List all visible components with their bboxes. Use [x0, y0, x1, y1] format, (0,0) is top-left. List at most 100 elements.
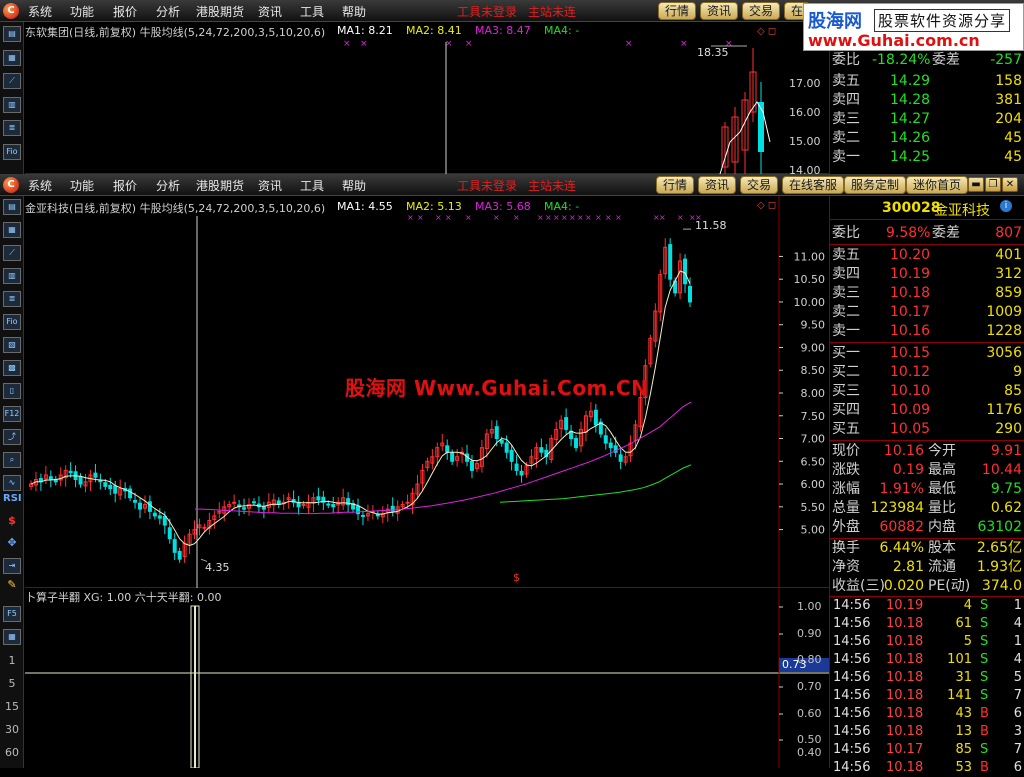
menu-news[interactable]: 资讯 [258, 177, 282, 194]
tool-pen-icon[interactable]: ✎ [3, 578, 21, 594]
back-quote-row: 卖四 14.28 381 [832, 92, 1022, 108]
signal-dollar-mark: $ [513, 571, 520, 584]
ask-row: 卖五 10.20 401 [832, 247, 1022, 263]
candle-body [147, 501, 152, 512]
y-tick-label: 10.00 [794, 296, 826, 309]
back-y-label: 16.00 [789, 106, 821, 119]
menu-analysis[interactable]: 分析 [156, 177, 180, 194]
back-tool-list-icon[interactable]: ≣ [3, 120, 21, 136]
candle-body [564, 417, 569, 430]
btn-quote[interactable]: 行情 [656, 176, 695, 194]
btn-trade[interactable]: 交易 [740, 176, 779, 194]
tool-chart-icon[interactable]: ⤴ [3, 429, 21, 445]
back-window-restore-icon[interactable]: ◇ ◻ [757, 26, 776, 37]
btn-service-custom[interactable]: 服务定制 [844, 176, 907, 194]
minimize-icon[interactable]: ▬ [968, 177, 984, 192]
tool-note-icon[interactable]: ▯ [3, 383, 21, 399]
bid-row: 买五 10.05 290 [832, 421, 1022, 437]
btn-online-service[interactable]: 在线客服 [782, 176, 845, 194]
tool-dollar-icon[interactable]: $ [3, 514, 21, 530]
menu-news[interactable]: 资讯 [258, 3, 282, 20]
tool-f5-icon[interactable]: F5 [3, 606, 21, 622]
candle-body [162, 515, 167, 526]
candle-body [360, 514, 365, 517]
tool-table2-icon[interactable]: ▦ [3, 629, 21, 645]
menu-quote[interactable]: 报价 [113, 3, 137, 20]
candle-body [78, 476, 83, 485]
tool-quote-icon[interactable]: ▤ [3, 199, 21, 215]
menu-hk-futures[interactable]: 港股期货 [196, 177, 244, 194]
fundamental-row: 换手 6.44% 股本 2.65亿 [832, 540, 1022, 556]
fundamental-row: 收益(三) 0.020 PE(动) 374.0 [832, 578, 1022, 594]
menu-help[interactable]: 帮助 [342, 177, 366, 194]
close-icon[interactable]: ✕ [1002, 177, 1018, 192]
tool-exit-icon[interactable]: ⇥ [3, 558, 21, 574]
signal-mark: × [513, 213, 520, 222]
btn-mini-home[interactable]: 迷你首页 [906, 176, 969, 194]
period-15[interactable]: 15 [3, 700, 21, 716]
tool-wave-icon[interactable]: ∿ [3, 475, 21, 491]
menu-system[interactable]: 系统 [28, 3, 52, 20]
back-tool-line-icon[interactable]: ⟋ [3, 73, 21, 89]
candle-body [242, 507, 247, 510]
back-signal-mark: × [343, 39, 351, 49]
menu-function[interactable]: 功能 [70, 3, 94, 20]
indicator-panel: 卜算子半翻 XG: 1.00 六十天半翻: 0.00 0.73 1.00 0.9… [25, 588, 829, 769]
menu-help[interactable]: 帮助 [342, 3, 366, 20]
tool-move-icon[interactable]: ✥ [3, 536, 21, 552]
back-btn-trade[interactable]: 交易 [742, 2, 781, 20]
menu-tools[interactable]: 工具 [300, 177, 324, 194]
menu-hk-futures[interactable]: 港股期货 [196, 3, 244, 20]
low-price-label: 4.35 [205, 561, 230, 574]
tool-table-icon[interactable]: ▦ [3, 222, 21, 238]
tool-grid-icon[interactable]: ▩ [3, 360, 21, 376]
candle-body [152, 512, 157, 517]
tool-line-icon[interactable]: ⟋ [3, 245, 21, 261]
menu-function[interactable]: 功能 [70, 177, 94, 194]
candle-body [618, 454, 623, 462]
menu-tools[interactable]: 工具 [300, 3, 324, 20]
tool-rsi-icon[interactable]: RSI [3, 492, 22, 508]
back-tool-f10-icon[interactable]: Fio [3, 144, 21, 160]
tick-row: 14:56 10.18 101 S 4 [833, 652, 1022, 667]
stock-header: 300028 金亚科技 i [830, 196, 1024, 220]
period-60[interactable]: 60 [3, 746, 21, 762]
candle-body [68, 470, 73, 474]
menu-system[interactable]: 系统 [28, 177, 52, 194]
candle-body [608, 442, 613, 449]
stock-code: 300028 [882, 200, 941, 216]
tool-list-icon[interactable]: ≣ [3, 291, 21, 307]
period-1[interactable]: 1 [3, 654, 21, 670]
chart-window-restore-icon[interactable]: ◇ ◻ [757, 200, 776, 211]
signal-mark: × [569, 213, 576, 222]
period-5[interactable]: 5 [3, 677, 21, 693]
menu-analysis[interactable]: 分析 [156, 3, 180, 20]
menu-quote[interactable]: 报价 [113, 177, 137, 194]
back-btn-quote[interactable]: 行情 [658, 2, 697, 20]
restore-icon[interactable]: ❐ [985, 177, 1001, 192]
back-signal-mark: × [625, 39, 633, 49]
info-icon[interactable]: i [1000, 200, 1012, 212]
back-btn-news[interactable]: 资讯 [700, 2, 739, 20]
ma4-line [499, 464, 692, 503]
candle-body [499, 439, 504, 444]
y-tick-label: 7.00 [801, 433, 826, 446]
tool-kline-icon[interactable]: ▥ [3, 268, 21, 284]
y-tick-label: 7.50 [801, 410, 826, 423]
watermark-logo: 股海网 股票软件资源分享 www.Guhai.com.cn [803, 3, 1024, 51]
tick-row: 14:56 10.18 53 B 6 [833, 760, 1022, 775]
tool-search-icon[interactable]: ⌕ [3, 452, 21, 468]
tick-row: 14:56 10.19 4 S 1 [833, 598, 1022, 613]
tool-doc-icon[interactable]: ▧ [3, 337, 21, 353]
back-signal-mark: × [680, 39, 688, 49]
back-tool-kline-icon[interactable]: ▥ [3, 97, 21, 113]
tool-f10-icon[interactable]: Fio [3, 314, 21, 330]
period-30[interactable]: 30 [3, 723, 21, 739]
stat-row: 涨跌 0.19 最高 10.44 [832, 462, 1022, 478]
back-tool-icon-1[interactable]: ▤ [3, 26, 21, 42]
bid-row: 买一 10.15 3056 [832, 345, 1022, 361]
tool-f12-icon[interactable]: F12 [3, 406, 21, 422]
back-tool-icon-2[interactable]: ▦ [3, 50, 21, 66]
back-quote-row: 卖五 14.29 158 [832, 73, 1022, 89]
btn-news[interactable]: 资讯 [698, 176, 737, 194]
